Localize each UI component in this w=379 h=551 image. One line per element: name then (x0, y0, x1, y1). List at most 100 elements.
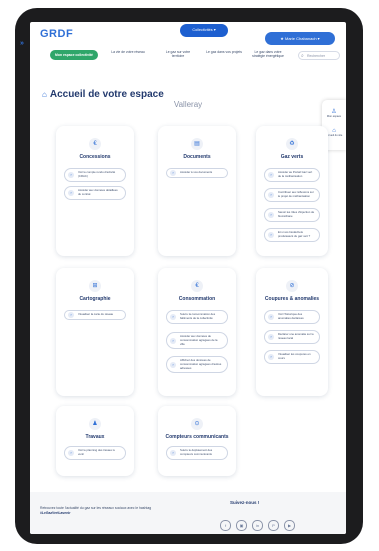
card-compteurs: ⊙ Compteurs communicants › Suivre le dépl… (158, 406, 236, 476)
card-coupures: ⊘ Coupures & anomalies › Voir l'historiqu… (256, 268, 328, 396)
facebook-icon[interactable]: f (220, 520, 231, 531)
card-consommation: € Consommation › Suivre la consommation d… (158, 268, 236, 396)
link-planning-travaux[interactable]: › Voir le planning des travaux à venir (64, 446, 126, 460)
arrow-right-icon: › (268, 231, 274, 238)
link-label: Visualiser les coupures en cours (278, 352, 311, 360)
link-label: Suivre la consommation des bâtiments de … (180, 312, 216, 320)
collectivites-dropdown[interactable]: Collectivités ▾ (180, 24, 228, 37)
link-conso-adresses[interactable]: › Affichez des données de consommation ag… (166, 356, 228, 374)
header: GRDF Collectivités ▾ ★ Marie Chabanach ▾… (30, 22, 346, 82)
link-coupures-en-cours[interactable]: › Visualiser les coupures en cours (264, 350, 320, 364)
link-label: Voir le planning des travaux à venir (78, 448, 115, 456)
footer-hashtag[interactable]: #LeGazVertLavenir (40, 511, 71, 515)
warning-icon: ⊘ (286, 280, 298, 292)
nav-vie-reseau[interactable]: La vie de votre réseau (110, 50, 146, 54)
card-title: Travaux (85, 434, 105, 440)
arrow-right-icon: › (170, 169, 176, 176)
instagram-icon[interactable]: ▣ (236, 520, 247, 531)
collapse-arrow-icon[interactable]: » (20, 40, 30, 60)
leaf-icon: ♻ (286, 138, 298, 150)
my-space-shortcut[interactable]: ♙ Mon espace (322, 108, 346, 118)
link-label: Déclarer une anomalie sur le réseau loca… (278, 332, 314, 340)
nav-mon-espace[interactable]: Mon espace collectivité (50, 50, 98, 61)
card-gaz-verts: ♻ Gaz verts › Accéder au Portail Gaz vert… (256, 126, 328, 256)
card-documents: ▤ Documents › Accéder à vos documents (158, 126, 236, 256)
footer-message: Retrouvez toute l'actualité du gaz sur l… (40, 506, 152, 510)
search-input[interactable]: ⌕ Rechercher (298, 51, 340, 60)
arrow-right-icon: › (268, 171, 274, 178)
euro-icon: € (191, 280, 203, 292)
arrow-right-icon: › (268, 191, 274, 198)
main-nav: Mon espace collectivité La vie de votre … (50, 50, 340, 70)
euro-icon: € (89, 138, 101, 150)
link-label: Affichez des données de consommation agr… (180, 358, 222, 370)
link-declarer-anomalie[interactable]: › Déclarer une anomalie sur le réseau loc… (264, 330, 320, 344)
link-documents[interactable]: › Accéder à vos documents (166, 168, 228, 178)
card-concessions: € Concessions › Voir le compte rendu d'ac… (56, 126, 134, 256)
commune-name: Valleray (173, 100, 203, 109)
map-icon: ⊞ (89, 280, 101, 292)
home-label: Accueil du site (325, 134, 343, 137)
arrow-right-icon: › (268, 333, 274, 340)
nav-gaz-projets[interactable]: Le gaz dans vos projets (206, 50, 242, 54)
user-menu-button[interactable]: ★ Marie Chabanach ▾ (265, 32, 335, 45)
arrow-right-icon: › (68, 449, 74, 456)
linkedin-icon[interactable]: in (252, 520, 263, 531)
search-icon: ⌕ (301, 53, 304, 59)
arrow-right-icon: › (170, 449, 176, 456)
link-label: Accéder aux données de consommation agré… (180, 334, 218, 346)
card-title: Coupures & anomalies (264, 296, 320, 302)
footer: Retrouvez toute l'actualité du gaz sur l… (30, 492, 346, 534)
link-portail-gaz-vert[interactable]: › Accéder au Portail Gaz vert de la métha… (264, 168, 320, 182)
card-title: Concessions (79, 154, 111, 160)
card-title: Gaz verts (280, 154, 304, 160)
nav-gaz-strategie[interactable]: Le gaz dans votre stratégie énergétique (248, 50, 288, 58)
search-placeholder: Rechercher (307, 54, 326, 58)
arrow-right-icon: › (170, 313, 176, 320)
meter-icon: ⊙ (191, 418, 203, 430)
link-label: Suivre le déploiement des compteurs comm… (180, 448, 213, 456)
link-label: Accéder aux données détaillées du contra… (78, 188, 118, 196)
link-methanisation[interactable]: › Contribuer aux réflexions sur le projet… (264, 188, 320, 202)
link-conso-ville[interactable]: › Accéder aux données de consommation agr… (166, 332, 228, 350)
footer-text: Retrouvez toute l'actualité du gaz sur l… (40, 506, 160, 516)
pinterest-icon[interactable]: P (268, 520, 279, 531)
link-label: Contribuer aux réflexions sur le projet … (278, 190, 314, 198)
card-travaux: ♟ Travaux › Voir le planning des travaux … (56, 406, 134, 476)
link-deploiement-compteurs[interactable]: › Suivre le déploiement des compteurs com… (166, 446, 228, 460)
screen: GRDF Collectivités ▾ ★ Marie Chabanach ▾… (30, 22, 346, 534)
nav-gaz-territoire[interactable]: Le gaz sur votre territoire (160, 50, 196, 58)
link-label: Savoir les rôles d'injection de biométha… (278, 210, 315, 218)
social-links: f ▣ in P ▶ (220, 514, 300, 532)
link-historique-anomalies[interactable]: › Voir l'historique des anomalies déclaré… (264, 310, 320, 324)
arrow-right-icon: › (170, 361, 176, 368)
my-space-label: Mon espace (326, 115, 342, 118)
link-crac[interactable]: › Voir le compte rendu d'activité (CRAC) (64, 168, 126, 182)
card-cartographie: ⊞ Cartographie › Visualiser la carte du r… (56, 268, 134, 396)
link-label: Visualiser la carte du réseau (78, 312, 114, 316)
link-label: Voir l'historique des anomalies déclarée… (278, 312, 304, 320)
link-carte-reseau[interactable]: › Visualiser la carte du réseau (64, 310, 126, 320)
follow-us-label: Suivez-nous ! (230, 500, 260, 505)
link-injection[interactable]: › Savoir les rôles d'injection de biométh… (264, 208, 320, 222)
link-label: Et si vos biodéchets produisaient du gaz… (278, 230, 311, 238)
card-title: Compteurs communicants (165, 434, 229, 440)
link-conso-batiments[interactable]: › Suivre la consommation des bâtiments de… (166, 310, 228, 324)
link-label: Accéder à vos documents (180, 170, 213, 174)
home-icon: ⌂ (42, 90, 47, 99)
link-label: Accéder au Portail Gaz vert de la méthan… (278, 170, 313, 178)
link-biodechets[interactable]: › Et si vos biodéchets produisaient du ga… (264, 228, 320, 242)
grdf-logo[interactable]: GRDF (40, 28, 73, 40)
arrow-right-icon: › (68, 189, 74, 196)
page-title: Accueil de votre espace (49, 89, 164, 100)
document-icon: ▤ (191, 138, 203, 150)
arrow-right-icon: › (268, 211, 274, 218)
youtube-icon[interactable]: ▶ (284, 520, 295, 531)
arrow-right-icon: › (170, 337, 176, 344)
arrow-right-icon: › (268, 313, 274, 320)
worker-icon: ♟ (89, 418, 101, 430)
link-contract-data[interactable]: › Accéder aux données détaillées du contr… (64, 186, 126, 200)
link-label: Voir le compte rendu d'activité (CRAC) (78, 170, 116, 178)
user-icon: ♙ (331, 109, 337, 115)
card-title: Cartographie (79, 296, 111, 302)
